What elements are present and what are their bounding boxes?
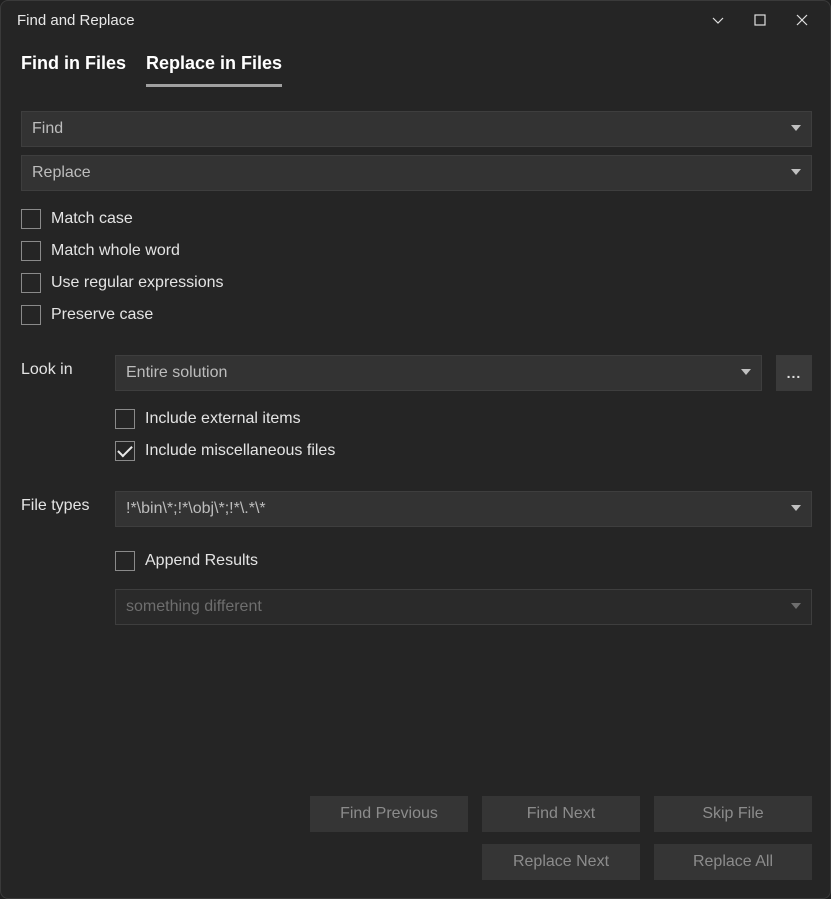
dropdown-icon[interactable] xyxy=(700,6,736,34)
replace-input[interactable]: Replace xyxy=(21,155,812,191)
titlebar: Find and Replace xyxy=(1,1,830,39)
option-use-regex: Use regular expressions xyxy=(21,273,812,293)
match-whole-word-label: Match whole word xyxy=(51,242,180,260)
maximize-icon[interactable] xyxy=(742,6,778,34)
file-types-select[interactable]: !*\bin\*;!*\obj\*;!*\.*\* xyxy=(115,491,812,527)
window-controls xyxy=(700,6,820,34)
include-misc-label: Include miscellaneous files xyxy=(145,442,335,460)
chevron-down-icon xyxy=(791,500,801,518)
tab-replace-in-files[interactable]: Replace in Files xyxy=(146,53,282,87)
file-types-value: !*\bin\*;!*\obj\*;!*\.*\* xyxy=(126,500,266,518)
search-options: Match case Match whole word Use regular … xyxy=(21,209,812,325)
find-placeholder: Find xyxy=(32,120,63,138)
window-title: Find and Replace xyxy=(17,12,700,29)
find-next-button[interactable]: Find Next xyxy=(482,796,640,832)
close-icon[interactable] xyxy=(784,6,820,34)
include-external-checkbox[interactable] xyxy=(115,409,135,429)
replace-all-button[interactable]: Replace All xyxy=(654,844,812,880)
replace-placeholder: Replace xyxy=(32,164,91,182)
use-regex-label: Use regular expressions xyxy=(51,274,224,292)
option-include-misc: Include miscellaneous files xyxy=(115,441,812,461)
option-match-whole-word: Match whole word xyxy=(21,241,812,261)
preserve-case-checkbox[interactable] xyxy=(21,305,41,325)
button-bar: Find Previous Find Next Skip File Replac… xyxy=(21,796,812,888)
chevron-down-icon xyxy=(791,120,801,138)
look-in-label: Look in xyxy=(21,355,101,379)
chevron-down-icon xyxy=(791,598,801,616)
skip-file-button[interactable]: Skip File xyxy=(654,796,812,832)
find-previous-button[interactable]: Find Previous xyxy=(310,796,468,832)
browse-button[interactable]: ... xyxy=(776,355,812,391)
tabs: Find in Files Replace in Files xyxy=(1,39,830,87)
chevron-down-icon xyxy=(741,364,751,382)
include-misc-checkbox[interactable] xyxy=(115,441,135,461)
find-input[interactable]: Find xyxy=(21,111,812,147)
option-preserve-case: Preserve case xyxy=(21,305,812,325)
find-replace-window: Find and Replace Find in Files Replace i… xyxy=(0,0,831,899)
look-in-select[interactable]: Entire solution xyxy=(115,355,762,391)
append-results-checkbox[interactable] xyxy=(115,551,135,571)
match-case-label: Match case xyxy=(51,210,133,228)
chevron-down-icon xyxy=(791,164,801,182)
option-append-results: Append Results xyxy=(115,551,812,571)
tab-find-in-files[interactable]: Find in Files xyxy=(21,53,126,87)
file-types-row: File types !*\bin\*;!*\obj\*;!*\.*\* App… xyxy=(21,491,812,625)
include-external-label: Include external items xyxy=(145,410,301,428)
append-results-label: Append Results xyxy=(145,552,258,570)
use-regex-checkbox[interactable] xyxy=(21,273,41,293)
match-case-checkbox[interactable] xyxy=(21,209,41,229)
replace-next-button[interactable]: Replace Next xyxy=(482,844,640,880)
preserve-case-label: Preserve case xyxy=(51,306,153,324)
content: Find Replace Match case Match whole word xyxy=(1,87,830,898)
results-target-value: something different xyxy=(126,598,262,616)
option-include-external: Include external items xyxy=(115,409,812,429)
match-whole-word-checkbox[interactable] xyxy=(21,241,41,261)
file-types-label: File types xyxy=(21,491,101,515)
look-in-value: Entire solution xyxy=(126,364,227,382)
look-in-row: Look in Entire solution ... Include exte… xyxy=(21,355,812,461)
option-match-case: Match case xyxy=(21,209,812,229)
results-target-select: something different xyxy=(115,589,812,625)
